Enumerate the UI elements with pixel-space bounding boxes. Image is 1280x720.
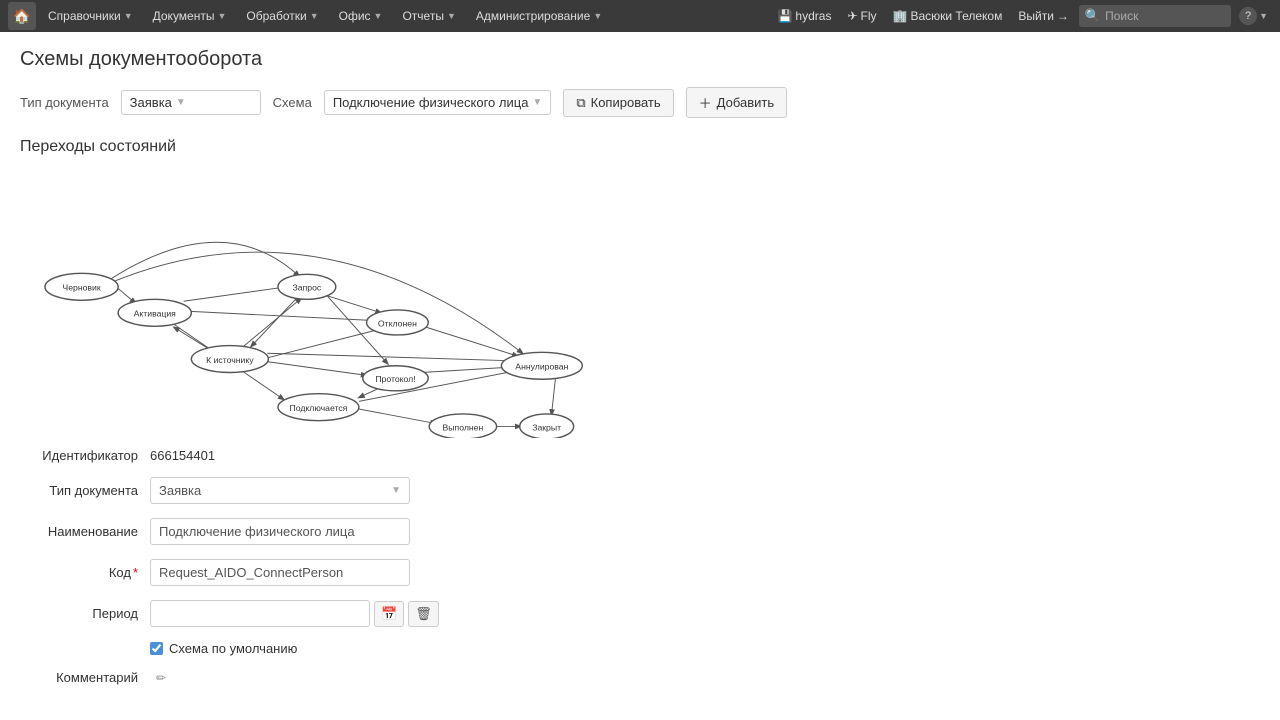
user-section: 💾 hydras ✈ Fly 🏢 Васюки Телеком Выйти → xyxy=(771,2,1074,30)
default-schema-checkbox[interactable] xyxy=(150,642,163,655)
hydras-user-btn[interactable]: 💾 hydras xyxy=(771,2,837,30)
nav-item-office[interactable]: Офис ▼ xyxy=(331,2,391,30)
chevron-down-icon: ▼ xyxy=(176,97,186,108)
nav-item-processing[interactable]: Обработки ▼ xyxy=(238,2,326,30)
calendar-icon: 📅 xyxy=(381,606,397,621)
doc-type-row: Тип документа Заявка ▼ xyxy=(20,477,1260,504)
doc-type-label: Тип документа xyxy=(20,95,109,110)
edit-icon[interactable]: ✏ xyxy=(156,671,166,685)
company-btn[interactable]: 🏢 Васюки Телеком xyxy=(887,2,1009,30)
svg-text:Выполнен: Выполнен xyxy=(443,422,484,432)
chevron-down-icon: ▼ xyxy=(124,11,133,21)
default-schema-label: Схема по умолчанию xyxy=(169,641,297,656)
nav-item-references[interactable]: Справочники ▼ xyxy=(40,2,141,30)
add-icon: ＋ xyxy=(699,93,712,112)
period-input[interactable] xyxy=(150,600,370,627)
svg-text:Подключается: Подключается xyxy=(290,403,348,413)
id-label: Идентификатор xyxy=(20,448,150,463)
fly-user-btn[interactable]: ✈ Fly xyxy=(841,2,882,30)
doc-type-select[interactable]: Заявка ▼ xyxy=(121,90,261,115)
home-button[interactable]: 🏠 xyxy=(8,2,36,30)
top-navigation: 🏠 Справочники ▼ Документы ▼ Обработки ▼ … xyxy=(0,0,1280,32)
help-btn[interactable]: ? ▼ xyxy=(1235,7,1272,25)
chevron-down-icon: ▼ xyxy=(532,97,542,108)
svg-text:Закрыт: Закрыт xyxy=(532,422,561,432)
chevron-down-icon: ▼ xyxy=(391,485,401,496)
svg-text:К источнику: К источнику xyxy=(206,355,254,365)
fly-icon: ✈ xyxy=(847,9,857,23)
chevron-down-icon: ▼ xyxy=(447,11,456,21)
trash-icon: 🗑 xyxy=(415,606,432,621)
search-input[interactable] xyxy=(1105,9,1225,23)
svg-text:Активация: Активация xyxy=(134,309,177,319)
server-icon: 💾 xyxy=(777,9,792,23)
name-label: Наименование xyxy=(20,524,150,539)
name-input[interactable] xyxy=(150,518,410,545)
id-row: Идентификатор 666154401 xyxy=(20,448,1260,463)
id-value: 666154401 xyxy=(150,448,215,463)
svg-text:Запрос: Запрос xyxy=(293,283,322,293)
code-input[interactable] xyxy=(150,559,410,586)
schema-select[interactable]: Подключение физического лица ▼ xyxy=(324,90,552,115)
logout-btn[interactable]: Выйти → xyxy=(1012,2,1075,30)
logout-icon: → xyxy=(1057,9,1069,23)
code-label: Код xyxy=(20,565,150,580)
period-label: Период xyxy=(20,606,150,621)
nav-item-admin[interactable]: Администрирование ▼ xyxy=(468,2,610,30)
period-calendar-btn[interactable]: 📅 xyxy=(374,601,404,627)
name-row: Наименование xyxy=(20,518,1260,545)
diagram-svg: Черновик Активация Запрос Отклонен К ист… xyxy=(20,178,640,438)
chevron-down-icon: ▼ xyxy=(593,11,602,21)
form-doc-type-select[interactable]: Заявка ▼ xyxy=(150,477,410,504)
nav-item-documents[interactable]: Документы ▼ xyxy=(145,2,235,30)
form-section: Идентификатор 666154401 Тип документа За… xyxy=(20,448,1260,685)
doc-type-label: Тип документа xyxy=(20,483,150,498)
svg-text:Протокол!: Протокол! xyxy=(375,374,415,384)
page-title: Схемы документооборота xyxy=(20,48,1260,71)
schema-label: Схема xyxy=(273,95,312,110)
search-box[interactable]: 🔍 xyxy=(1079,5,1231,27)
copy-button[interactable]: ⧉ Копировать xyxy=(563,89,673,117)
chevron-down-icon: ▼ xyxy=(374,11,383,21)
company-icon: 🏢 xyxy=(893,9,908,23)
copy-icon: ⧉ xyxy=(576,95,585,111)
states-section-title: Переходы состояний xyxy=(20,138,1260,156)
add-button[interactable]: ＋ Добавить xyxy=(686,87,787,118)
svg-text:Отклонен: Отклонен xyxy=(378,318,417,328)
comment-row: Комментарий ✏ xyxy=(20,670,1260,685)
period-group: 📅 🗑 xyxy=(150,600,439,627)
chevron-down-icon: ▼ xyxy=(310,11,319,21)
page-content: Схемы документооборота Тип документа Зая… xyxy=(0,32,1280,715)
svg-text:Черновик: Черновик xyxy=(62,283,100,293)
period-row: Период 📅 🗑 xyxy=(20,600,1260,627)
nav-item-reports[interactable]: Отчеты ▼ xyxy=(394,2,463,30)
search-icon: 🔍 xyxy=(1085,8,1101,24)
svg-text:Аннулирован: Аннулирован xyxy=(515,362,568,372)
state-diagram: Черновик Активация Запрос Отклонен К ист… xyxy=(20,168,640,428)
code-row: Код xyxy=(20,559,1260,586)
chevron-down-icon: ▼ xyxy=(217,11,226,21)
chevron-down-icon: ▼ xyxy=(1259,11,1268,21)
help-icon: ? xyxy=(1239,7,1257,25)
default-schema-row: Схема по умолчанию xyxy=(150,641,1260,656)
toolbar: Тип документа Заявка ▼ Схема Подключение… xyxy=(20,87,1260,118)
period-clear-btn[interactable]: 🗑 xyxy=(408,601,439,627)
comment-label: Комментарий xyxy=(20,670,150,685)
